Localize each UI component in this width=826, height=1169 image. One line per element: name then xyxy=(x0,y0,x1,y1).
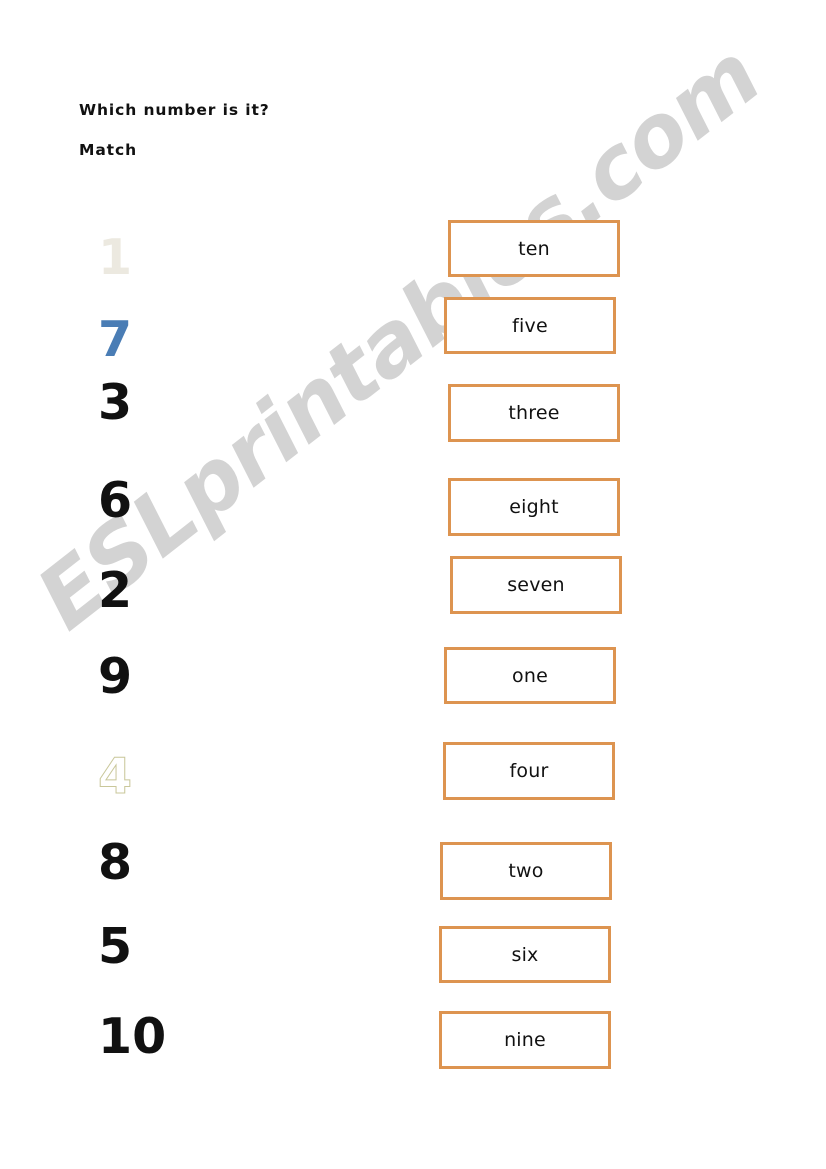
word-box-two[interactable]: two xyxy=(440,842,612,900)
instruction-label: Match xyxy=(79,141,138,159)
page-title: Which number is it? xyxy=(79,101,270,119)
worksheet-content: Which number is it? Match 1 7 3 6 2 9 4 8 5 10 te… xyxy=(0,0,826,1169)
word-box-five[interactable]: five xyxy=(444,297,616,354)
word-box-label: one xyxy=(512,664,548,687)
word-box-label: ten xyxy=(518,237,550,260)
word-box-seven[interactable]: seven xyxy=(450,556,622,614)
word-box-label: two xyxy=(508,860,544,882)
word-box-three[interactable]: three xyxy=(448,384,620,442)
word-box-four[interactable]: four xyxy=(443,742,615,800)
numeral-10[interactable]: 10 xyxy=(98,1012,166,1061)
numeral-8[interactable]: 8 xyxy=(98,838,132,887)
numeral-3[interactable]: 3 xyxy=(98,378,132,427)
numeral-9[interactable]: 9 xyxy=(98,652,132,701)
word-box-one[interactable]: one xyxy=(444,647,616,704)
word-box-label: eight xyxy=(509,496,559,518)
word-box-label: four xyxy=(509,760,549,782)
numeral-1[interactable]: 1 xyxy=(98,233,132,282)
word-box-label: three xyxy=(508,402,560,424)
word-box-nine[interactable]: nine xyxy=(439,1011,611,1069)
word-box-ten[interactable]: ten xyxy=(448,220,620,277)
numeral-5[interactable]: 5 xyxy=(98,922,132,971)
numeral-6[interactable]: 6 xyxy=(98,476,132,525)
worksheet-page: ESLprintables.com Which number is it? Ma… xyxy=(0,0,826,1169)
numeral-7[interactable]: 7 xyxy=(98,315,132,364)
word-box-label: five xyxy=(512,314,548,337)
word-box-six[interactable]: six xyxy=(439,926,611,983)
numeral-4[interactable]: 4 xyxy=(97,752,132,802)
word-box-eight[interactable]: eight xyxy=(448,478,620,536)
numeral-2[interactable]: 2 xyxy=(98,566,132,615)
word-box-label: six xyxy=(511,943,539,966)
word-box-label: seven xyxy=(507,574,565,596)
word-box-label: nine xyxy=(504,1029,546,1051)
